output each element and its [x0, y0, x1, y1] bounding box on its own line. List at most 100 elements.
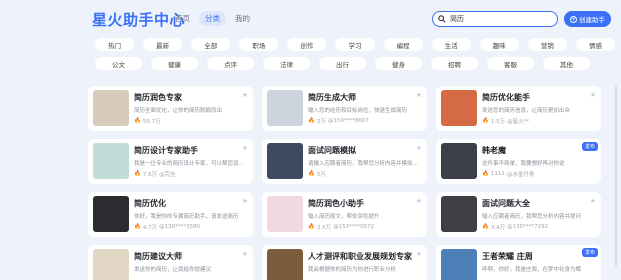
assistant-card[interactable]: 简历设计专家助手 我是一位专业的简历设计专家，可以帮您设计简历 🔥 7.6万 @完全 ★: [88, 139, 253, 184]
card-desc: 这件事不简单，我要想好再对你说: [482, 161, 565, 167]
category-chip[interactable]: 其他: [543, 57, 590, 70]
card-uses: 3.5万: [316, 225, 332, 231]
category-chip[interactable]: 全部: [191, 38, 231, 51]
category-chip[interactable]: 生活: [431, 38, 471, 51]
card-meta: 🔥 1111 @水墨丹青: [482, 170, 596, 178]
favorite-star-icon[interactable]: ★: [416, 250, 422, 258]
fire-icon: 🔥: [308, 224, 315, 230]
assistant-avatar: [267, 196, 303, 232]
assistant-avatar: [441, 249, 477, 280]
card-desc: 简历全面优化，让你的简历脱颖而出: [134, 108, 223, 114]
card-title: 简历生成大师: [308, 93, 356, 102]
card-author: @153****0572: [333, 224, 375, 230]
card-title: 简历优化能手: [482, 93, 530, 102]
card-info: 人才测评和职业发展规划专家 我会根据你的简历为你进行职业分析: [308, 249, 422, 280]
tab-home[interactable]: 首页: [169, 11, 196, 26]
card-meta: 🔥 3.4万 @130****7292: [482, 223, 596, 231]
card-uses: 59.7万: [142, 119, 161, 125]
card-info: 简历生成大师输入您的经历和目标岗位，快速生成简历 🔥 2万 @159****8607: [308, 90, 422, 127]
assistant-card[interactable]: 王者荣耀 庄周 呼啊，你好，我是庄周，在梦中化身为蝶 发布: [436, 245, 601, 280]
assistant-card[interactable]: 简历优化能手 发送您的简历信息，让简历更加出众 🔥 1.5万 @星火** ★: [436, 86, 601, 131]
category-chip[interactable]: 情感: [575, 38, 616, 51]
category-chip[interactable]: 健康: [151, 57, 198, 70]
card-meta: 🔥 2万 @159****8607: [308, 117, 422, 125]
category-chip[interactable]: 热门: [95, 38, 135, 51]
favorite-star-icon[interactable]: ★: [416, 144, 422, 152]
card-info: 简历润色小助手 输入简历原文，帮你润色提升 🔥 3.5万 @153****0572: [308, 196, 422, 233]
category-chip[interactable]: 公文: [95, 57, 142, 70]
category-row: 公文 健康 点评 法律 出行 健身 招聘 客服 其他: [95, 57, 615, 70]
category-chip[interactable]: 职场: [239, 38, 279, 51]
card-meta: 🔥 7.6万 @完全: [134, 170, 248, 178]
nav-tabs: 首页 分类 我的: [169, 11, 256, 26]
assistant-card[interactable]: 面试问题大全输入应聘者简历，我帮您分析内容并提问 🔥 3.4万 @130****729…: [436, 192, 601, 237]
tab-mine[interactable]: 我的: [229, 11, 256, 26]
favorite-star-icon[interactable]: ★: [416, 197, 422, 205]
assistant-card[interactable]: 简历润色专家 简历全面优化，让你的简历脱颖而出 🔥 59.7万 ★: [88, 86, 253, 131]
assistant-card[interactable]: 面试问题模拟 请输入应聘者简历，我帮您分析内容并模拟提问 🔥 5万 ★: [262, 139, 427, 184]
card-title: 简历设计专家助手: [134, 146, 198, 155]
assistant-avatar: [267, 90, 303, 126]
category-chip[interactable]: 法律: [263, 57, 310, 70]
assistant-card[interactable]: 韩老魔 这件事不简单，我要想好再对你说 🔥 1111 @水墨丹青 发布: [436, 139, 601, 184]
create-assistant-button[interactable]: + 创建助手: [564, 11, 611, 27]
category-chip[interactable]: 点评: [207, 57, 254, 70]
assistant-avatar: [267, 249, 303, 280]
assistant-avatar: [93, 196, 129, 232]
create-assistant-label: 创建助手: [579, 16, 605, 24]
category-chip[interactable]: 最新: [143, 38, 183, 51]
card-desc: 输入您的经历和目标岗位，快速生成简历: [308, 108, 408, 114]
card-title: 人才测评和职业发展规划专家: [308, 252, 412, 261]
favorite-star-icon[interactable]: ★: [416, 91, 422, 99]
card-meta: 🔥 59.7万: [134, 117, 248, 125]
assistant-avatar: [441, 196, 477, 232]
favorite-star-icon[interactable]: ★: [242, 250, 248, 258]
category-chip[interactable]: 编程: [383, 38, 423, 51]
card-desc: 你好，我是你的专属简历助手，请发送简历: [134, 214, 239, 220]
category-chip[interactable]: 健身: [375, 57, 422, 70]
assistant-card[interactable]: 简历润色小助手 输入简历原文，帮你润色提升 🔥 3.5万 @153****0572 ★: [262, 192, 427, 237]
assistant-card[interactable]: 简历生成大师输入您的经历和目标岗位，快速生成简历 🔥 2万 @159****8607 ★: [262, 86, 427, 131]
assistant-card[interactable]: 简历优化你好，我是你的专属简历助手，请发送简历 🔥 4.7万 @138****3580…: [88, 192, 253, 237]
category-chip[interactable]: 招聘: [431, 57, 478, 70]
assistant-avatar: [93, 143, 129, 179]
card-title: 面试问题大全: [482, 199, 530, 208]
category-chip[interactable]: 学习: [335, 38, 375, 51]
search-input[interactable]: [450, 15, 550, 23]
card-meta: 🔥 5万: [308, 170, 422, 178]
card-info: 简历设计专家助手 我是一位专业的简历设计专家，可以帮您设计简历 🔥 7.6万 @完全: [134, 143, 248, 180]
favorite-star-icon[interactable]: ★: [242, 144, 248, 152]
assistant-card[interactable]: 人才测评和职业发展规划专家 我会根据你的简历为你进行职业分析 ★: [262, 245, 427, 280]
card-desc: 输入应聘者简历，我帮您分析内容并提问: [482, 214, 582, 220]
search-box[interactable]: [432, 11, 558, 27]
fire-icon: 🔥: [134, 171, 141, 177]
category-chip[interactable]: 客服: [487, 57, 534, 70]
card-title: 简历优化: [134, 199, 166, 208]
favorite-star-icon[interactable]: ★: [590, 91, 596, 99]
fire-icon: 🔥: [482, 118, 489, 124]
scrollbar[interactable]: [615, 86, 617, 266]
category-chip[interactable]: 出行: [319, 57, 366, 70]
header: 星火助手中心 首页 分类 我的 + 创建助手: [0, 0, 621, 36]
fire-icon: 🔥: [482, 224, 489, 230]
assistant-card[interactable]: 简历建议大师 发送你的简历，让我给你提建议 ★: [88, 245, 253, 280]
tab-categories[interactable]: 分类: [199, 11, 226, 26]
favorite-star-icon[interactable]: ★: [242, 91, 248, 99]
publish-badge: 发布: [581, 248, 598, 257]
card-author: @130****7292: [507, 224, 549, 230]
plus-icon: +: [570, 15, 577, 23]
category-chip[interactable]: 营销: [527, 38, 567, 51]
favorite-star-icon[interactable]: ★: [242, 197, 248, 205]
card-uses: 5万: [316, 172, 326, 178]
assistant-avatar: [441, 90, 477, 126]
card-title: 简历建议大师: [134, 252, 182, 261]
card-info: 简历润色专家 简历全面优化，让你的简历脱颖而出 🔥 59.7万: [134, 90, 248, 127]
category-chip[interactable]: 创作: [287, 38, 327, 51]
card-meta: 🔥 4.7万 @138****3580: [134, 223, 248, 231]
card-info: 简历优化你好，我是你的专属简历助手，请发送简历 🔥 4.7万 @138****3580: [134, 196, 248, 233]
fire-icon: 🔥: [308, 171, 315, 177]
assistant-avatar: [93, 90, 129, 126]
favorite-star-icon[interactable]: ★: [590, 197, 596, 205]
card-desc: 呼啊，你好，我是庄周，在梦中化身为蝶: [482, 267, 582, 273]
category-chip[interactable]: 趣味: [479, 38, 519, 51]
